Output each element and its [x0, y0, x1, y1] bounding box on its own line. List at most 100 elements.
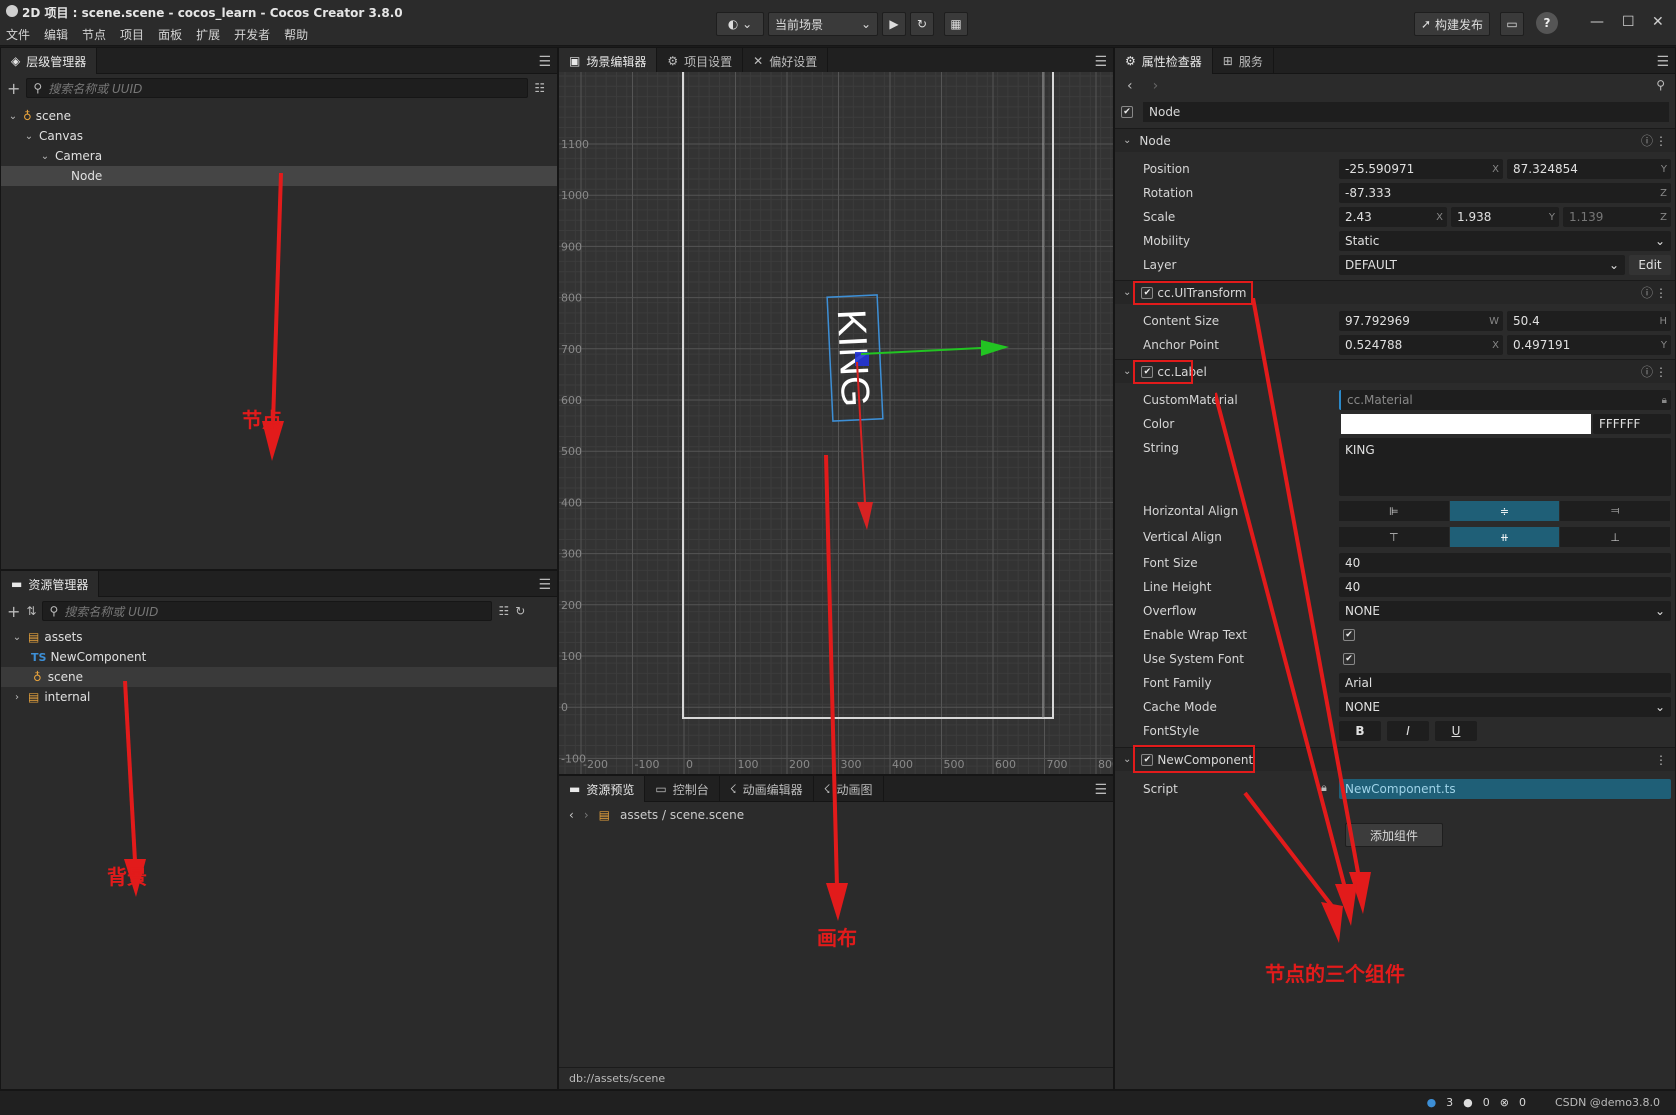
- more-icon[interactable]: ⋮: [1655, 753, 1667, 767]
- layer-select[interactable]: DEFAULT ⌄: [1339, 255, 1625, 275]
- pin-icon[interactable]: ⚲: [1656, 78, 1665, 92]
- tab-scene-editor[interactable]: ▣ 场景编辑器: [559, 48, 658, 74]
- tab-inspector[interactable]: ⚙ 属性检查器: [1115, 48, 1213, 74]
- qrcode-button[interactable]: ▦: [944, 12, 968, 36]
- layer-edit-button[interactable]: Edit: [1629, 255, 1671, 275]
- error-icon[interactable]: ⊗: [1500, 1096, 1509, 1109]
- sort-icon[interactable]: ⇅: [26, 604, 36, 618]
- color-hex-input[interactable]: FFFFFF: [1593, 414, 1671, 434]
- rotation-input[interactable]: -87.333 Z: [1339, 183, 1671, 203]
- add-icon[interactable]: +: [7, 79, 20, 98]
- tree-node-scene[interactable]: ⌄ ♁ scene: [1, 106, 557, 126]
- back-icon[interactable]: ‹: [569, 808, 574, 822]
- asset-item-scene[interactable]: ♁ scene: [1, 667, 557, 687]
- list-icon[interactable]: ☷: [498, 604, 509, 618]
- help-icon[interactable]: ⓘ: [1641, 284, 1653, 301]
- tab-preferences[interactable]: ✕ 偏好设置: [743, 48, 829, 74]
- position-x-input[interactable]: -25.590971 X: [1339, 159, 1503, 179]
- align-right-icon[interactable]: ⫤: [1560, 501, 1672, 521]
- scale-y-input[interactable]: 1.938 Y: [1451, 207, 1559, 227]
- play-button[interactable]: ▶: [882, 12, 906, 36]
- underline-label: U: [1451, 724, 1461, 738]
- build-button[interactable]: ➚ 构建发布: [1414, 12, 1490, 36]
- menu-project[interactable]: 项目: [120, 26, 144, 43]
- menu-icon[interactable]: ☰: [538, 54, 551, 70]
- sort-icon[interactable]: ☷: [534, 81, 545, 95]
- add-icon[interactable]: +: [7, 602, 20, 621]
- menu-edit[interactable]: 编辑: [44, 26, 68, 43]
- asset-item-assets[interactable]: ⌄ ▤ assets: [1, 627, 557, 647]
- tab-project-settings[interactable]: ⚙ 项目设置: [657, 48, 744, 74]
- anchor-y-input[interactable]: 0.497191 Y: [1507, 335, 1671, 355]
- assets-search-input[interactable]: ⚲ 搜索名称或 UUID: [42, 601, 493, 621]
- label-text[interactable]: KING: [829, 308, 878, 408]
- more-icon[interactable]: ⋮: [1655, 286, 1667, 300]
- menu-developer[interactable]: 开发者: [234, 26, 270, 43]
- menu-help[interactable]: 帮助: [284, 26, 308, 43]
- more-icon[interactable]: ⋮: [1655, 134, 1667, 148]
- mobility-select[interactable]: Static ⌄: [1339, 231, 1671, 251]
- chevron-down-icon[interactable]: ⌄: [23, 131, 35, 142]
- chevron-down-icon[interactable]: ⌄: [7, 111, 19, 122]
- tree-node-canvas[interactable]: ⌄ Canvas: [1, 126, 557, 146]
- align-middle-icon[interactable]: ⧺: [1449, 527, 1561, 547]
- menu-icon[interactable]: ☰: [1656, 54, 1669, 70]
- chevron-down-icon[interactable]: ⌄: [39, 151, 51, 162]
- menu-panel[interactable]: 面板: [158, 26, 182, 43]
- more-icon[interactable]: ⋮: [1655, 365, 1667, 379]
- menu-file[interactable]: 文件: [6, 26, 30, 43]
- tree-node-camera[interactable]: ⌄ Camera: [1, 146, 557, 166]
- y-tick-label: 0: [561, 701, 568, 714]
- tab-hierarchy[interactable]: ◈ 层级管理器: [1, 48, 98, 74]
- menu-icon[interactable]: ☰: [538, 577, 551, 593]
- platform-select[interactable]: ◐ ⌄: [716, 12, 764, 36]
- maximize-icon[interactable]: ☐: [1622, 14, 1635, 30]
- tab-animation-editor[interactable]: ☇ 动画编辑器: [720, 776, 814, 802]
- label-vertical-align: Vertical Align: [1143, 530, 1222, 544]
- chevron-down-icon[interactable]: ⌄: [11, 632, 23, 643]
- tab-asset-preview[interactable]: ▬ 资源预览: [559, 776, 646, 802]
- content-height-input[interactable]: 50.4 H: [1507, 311, 1671, 331]
- menu-icon[interactable]: ☰: [1094, 782, 1107, 798]
- breadcrumb-root[interactable]: assets: [620, 808, 658, 822]
- tab-console[interactable]: ▭ 控制台: [645, 776, 720, 802]
- node-name-input[interactable]: Node: [1143, 102, 1669, 122]
- close-icon[interactable]: ✕: [1652, 14, 1664, 30]
- node-section-header[interactable]: ⌄ Node ⓘ ⋮: [1115, 128, 1675, 152]
- chevron-down-icon[interactable]: ⌄: [1123, 287, 1131, 298]
- refresh-icon[interactable]: ↻: [515, 604, 525, 618]
- help-icon[interactable]: ?: [1536, 12, 1558, 34]
- chevron-down-icon[interactable]: ⌄: [1123, 366, 1131, 377]
- align-center-icon[interactable]: ≑: [1449, 501, 1561, 521]
- node-active-checkbox[interactable]: ✔: [1121, 106, 1133, 118]
- tab-assets[interactable]: ▬ 资源管理器: [1, 571, 100, 597]
- help-icon[interactable]: ⓘ: [1641, 363, 1653, 380]
- align-bottom-icon[interactable]: ⊥: [1560, 527, 1672, 547]
- y-tick-label: 1000: [561, 189, 589, 202]
- info-icon[interactable]: ●: [1427, 1096, 1437, 1109]
- forward-icon[interactable]: ›: [1153, 78, 1159, 94]
- open-folder-button[interactable]: ▭: [1500, 12, 1524, 36]
- menu-icon[interactable]: ☰: [1094, 54, 1107, 70]
- menu-extension[interactable]: 扩展: [196, 26, 220, 43]
- tab-services[interactable]: ⊞ 服务: [1213, 48, 1274, 74]
- minimize-icon[interactable]: —: [1590, 14, 1604, 30]
- warning-icon[interactable]: ●: [1463, 1096, 1473, 1109]
- position-y-input[interactable]: 87.324854 Y: [1507, 159, 1671, 179]
- annotation-background: 背景: [107, 865, 147, 889]
- chevron-down-icon[interactable]: ⌄: [1123, 135, 1131, 146]
- menu-node[interactable]: 节点: [82, 26, 106, 43]
- forward-icon[interactable]: ›: [584, 808, 589, 822]
- underline-toggle[interactable]: U: [1435, 721, 1477, 741]
- asset-item-internal[interactable]: › ▤ internal: [1, 687, 557, 707]
- chevron-right-icon[interactable]: ›: [11, 692, 23, 703]
- asset-item-newcomponent[interactable]: TS NewComponent: [1, 647, 557, 667]
- help-icon[interactable]: ⓘ: [1641, 132, 1653, 149]
- refresh-button[interactable]: ↻: [910, 12, 934, 36]
- scale-x-input[interactable]: 2.43 X: [1339, 207, 1447, 227]
- back-icon[interactable]: ‹: [1127, 78, 1133, 94]
- hierarchy-search-input[interactable]: ⚲ 搜索名称或 UUID: [26, 78, 529, 98]
- scene-select[interactable]: 当前场景 ⌄: [768, 12, 878, 36]
- scale-z-input[interactable]: 1.139 Z: [1563, 207, 1671, 227]
- chevron-down-icon[interactable]: ⌄: [1123, 754, 1131, 765]
